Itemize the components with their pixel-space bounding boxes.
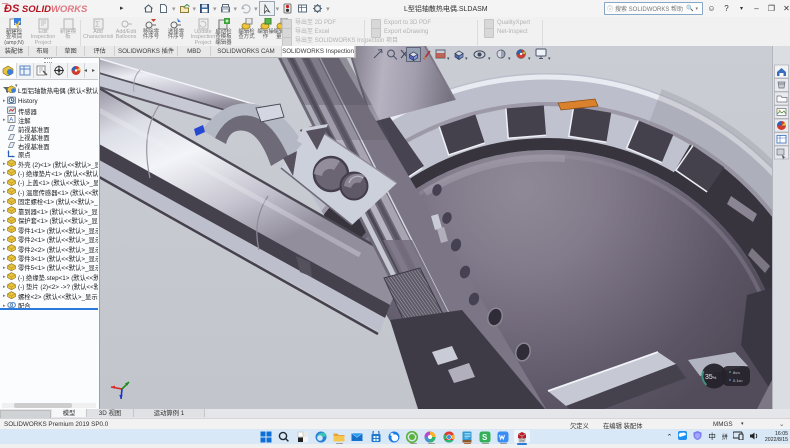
svg-text:6N/S: 6N/S [733, 370, 740, 375]
svg-text:Σ: Σ [95, 20, 100, 29]
svg-text:35%: 35% [705, 374, 717, 381]
svg-text:A: A [9, 117, 13, 123]
svg-text:0.1KN: 0.1KN [733, 378, 742, 383]
svg-text:SW: SW [519, 439, 524, 443]
svg-text:S: S [482, 433, 488, 442]
